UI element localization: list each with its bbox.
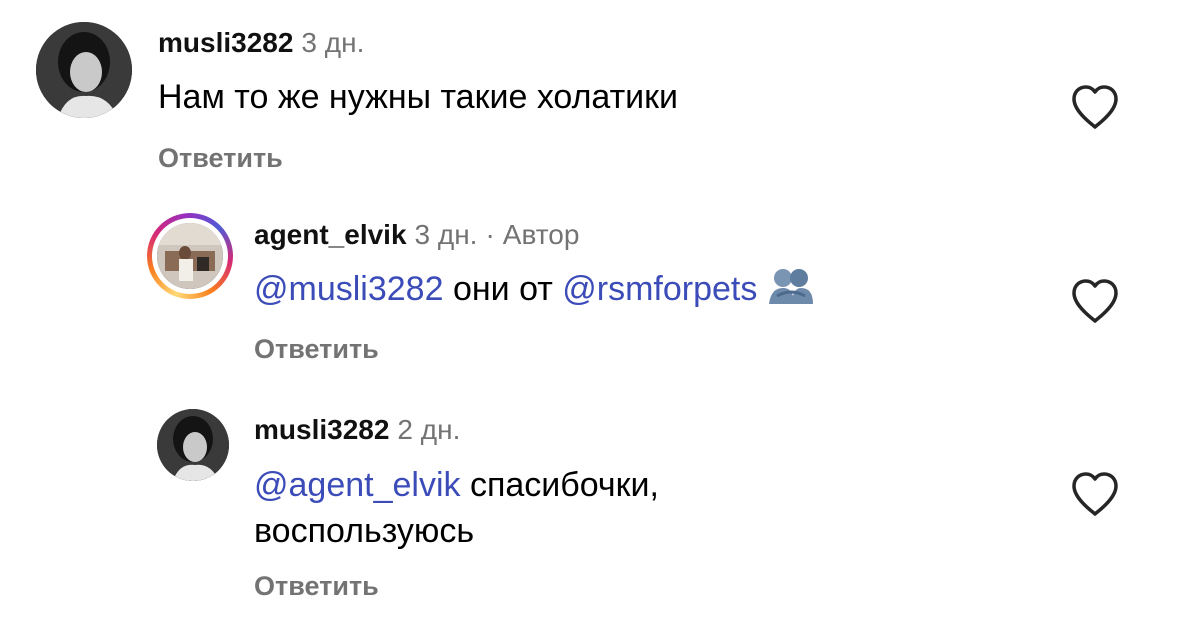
comment-text: @agent_elvik спасибочки, воспользуюсь: [254, 462, 814, 554]
comment-reply: agent_elvik 3 дн. · Автор @musli3282 они от…: [0, 190, 1179, 385]
user-photo-icon: [157, 409, 229, 481]
separator-dot: ·: [485, 219, 495, 250]
comment-reply: musli3282 2 дн. @agent_elvik спасибочки, …: [0, 385, 1179, 620]
comment-meta: musli3282 2 дн.: [254, 413, 460, 447]
story-ring[interactable]: [147, 213, 233, 299]
comment-meta: agent_elvik 3 дн. · Автор: [254, 218, 579, 252]
avatar[interactable]: [157, 409, 229, 481]
timestamp: 2 дн.: [397, 414, 461, 445]
comment-body: они от: [443, 270, 563, 308]
mention-link[interactable]: @rsmforpets: [562, 270, 757, 308]
people-hugging-icon: [765, 266, 817, 306]
heart-outline-icon[interactable]: [1070, 278, 1120, 324]
reply-button[interactable]: Ответить: [254, 570, 379, 602]
heart-outline-icon[interactable]: [1070, 471, 1120, 517]
avatar[interactable]: [36, 22, 132, 118]
mention-link[interactable]: @musli3282: [254, 270, 444, 308]
comment-text: Нам то же нужны такие холатики: [158, 74, 918, 120]
user-photo-icon: [157, 223, 223, 289]
comment-meta: musli3282 3 дн.: [158, 26, 364, 60]
reply-button[interactable]: Ответить: [254, 333, 379, 365]
username[interactable]: musli3282: [254, 414, 389, 445]
author-badge: Автор: [502, 219, 580, 250]
user-photo-icon: [36, 22, 132, 118]
comment-text: @musli3282 они от @rsmforpets: [254, 266, 1014, 312]
avatar: [157, 223, 223, 289]
username[interactable]: agent_elvik: [254, 219, 407, 250]
mention-link[interactable]: @agent_elvik: [254, 466, 461, 504]
comment: musli3282 3 дн. Нам то же нужны такие хол…: [0, 0, 1179, 190]
comment-body: Нам то же нужны такие холатики: [158, 78, 679, 116]
reply-button[interactable]: Ответить: [158, 142, 283, 174]
timestamp: 3 дн.: [301, 27, 365, 58]
username[interactable]: musli3282: [158, 27, 293, 58]
timestamp: 3 дн.: [414, 219, 478, 250]
heart-outline-icon[interactable]: [1070, 84, 1120, 130]
